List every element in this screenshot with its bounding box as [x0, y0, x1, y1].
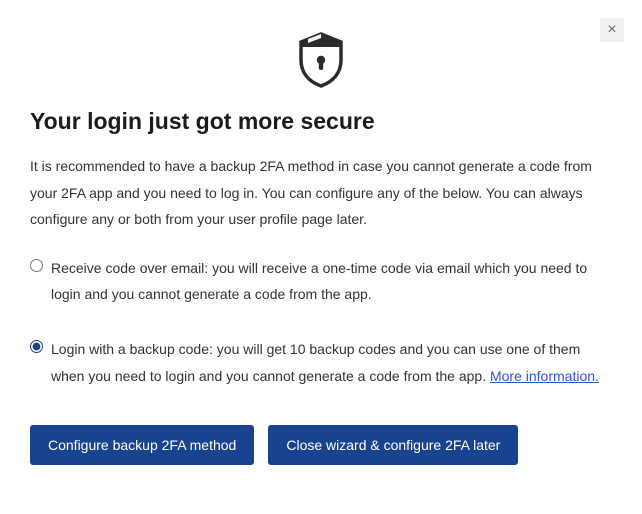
radio-email[interactable] — [30, 259, 43, 272]
close-icon[interactable]: × — [600, 18, 624, 42]
option-email-text: Receive code over email: you will receiv… — [51, 255, 612, 308]
shield-icon — [30, 30, 612, 90]
close-wizard-button[interactable]: Close wizard & configure 2FA later — [268, 425, 518, 465]
close-glyph: × — [607, 22, 616, 38]
description-text: It is recommended to have a backup 2FA m… — [30, 153, 612, 233]
more-information-link[interactable]: More information. — [490, 368, 599, 384]
button-row: Configure backup 2FA method Close wizard… — [30, 425, 612, 465]
option-backup-text: Login with a backup code: you will get 1… — [51, 336, 612, 389]
configure-backup-button[interactable]: Configure backup 2FA method — [30, 425, 254, 465]
option-backup[interactable]: Login with a backup code: you will get 1… — [30, 336, 612, 389]
radio-backup[interactable] — [30, 340, 43, 353]
page-title: Your login just got more secure — [30, 108, 612, 135]
dialog-content: Your login just got more secure It is re… — [0, 0, 642, 495]
option-email[interactable]: Receive code over email: you will receiv… — [30, 255, 612, 308]
